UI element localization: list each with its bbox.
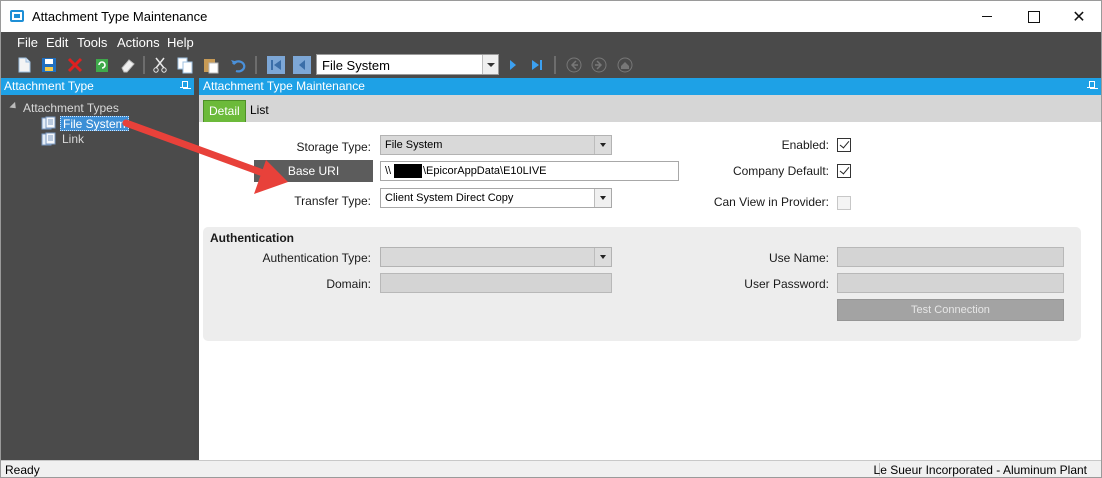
use-name-label: Use Name: bbox=[768, 251, 829, 265]
toolbar-separator bbox=[255, 56, 257, 74]
auth-type-label: Authentication Type: bbox=[262, 251, 371, 265]
attachment-type-icon bbox=[41, 132, 56, 146]
transfer-type-label: Transfer Type: bbox=[294, 194, 371, 208]
base-uri-button[interactable]: Base URI bbox=[254, 160, 373, 182]
maximize-button[interactable] bbox=[1010, 1, 1056, 32]
company-plant-label: Le Sueur Incorporated - Aluminum Plant bbox=[873, 463, 1087, 477]
user-password-label: User Password: bbox=[744, 277, 829, 291]
tree-root[interactable]: Attachment Types bbox=[23, 101, 119, 115]
base-uri-input[interactable]: \\ \EpicorAppData\E10LIVE bbox=[380, 161, 679, 181]
authentication-group: Authentication Authentication Type: Doma… bbox=[203, 227, 1081, 341]
first-record-icon[interactable] bbox=[266, 55, 286, 75]
window-title: Attachment Type Maintenance bbox=[32, 9, 208, 24]
toolbar: File System bbox=[1, 52, 1101, 78]
tree-item-label: File System bbox=[60, 116, 129, 131]
authentication-title: Authentication bbox=[210, 231, 294, 245]
tree-expand-icon[interactable] bbox=[9, 101, 19, 112]
delete-icon[interactable] bbox=[65, 55, 85, 75]
base-uri-prefix: \\ bbox=[385, 165, 392, 177]
title-bar: Attachment Type Maintenance ✕ bbox=[1, 1, 1101, 32]
pin-icon[interactable] bbox=[1087, 81, 1095, 91]
record-navigator-value: File System bbox=[322, 58, 390, 73]
storage-type-value: File System bbox=[385, 139, 443, 151]
storage-type-label: Storage Type: bbox=[296, 140, 372, 154]
test-connection-button[interactable]: Test Connection bbox=[837, 299, 1064, 321]
tab-strip: Detail List bbox=[199, 95, 1101, 122]
toolbar-separator bbox=[554, 56, 556, 74]
menu-help[interactable]: Help bbox=[167, 35, 194, 50]
cut-icon[interactable] bbox=[150, 55, 170, 75]
chevron-down-icon[interactable] bbox=[594, 136, 611, 154]
enabled-label: Enabled: bbox=[781, 138, 829, 152]
enabled-checkbox[interactable] bbox=[837, 138, 851, 152]
detail-form: Storage Type: File System Base URI \\ \E… bbox=[199, 122, 1101, 460]
detail-pane-header: Attachment Type Maintenance bbox=[199, 78, 1101, 95]
chevron-down-icon[interactable] bbox=[482, 55, 498, 74]
use-name-input[interactable] bbox=[837, 247, 1064, 267]
refresh-icon[interactable] bbox=[92, 55, 112, 75]
base-uri-value: \EpicorAppData\E10LIVE bbox=[423, 165, 547, 177]
pin-icon[interactable] bbox=[180, 81, 188, 91]
company-default-checkbox[interactable] bbox=[837, 164, 851, 178]
tab-detail[interactable]: Detail bbox=[203, 100, 246, 122]
last-record-icon[interactable] bbox=[527, 55, 547, 75]
copy-icon[interactable] bbox=[175, 55, 195, 75]
menu-bar: File Edit Tools Actions Help bbox=[1, 32, 1101, 52]
minimize-button[interactable] bbox=[964, 1, 1010, 32]
attachment-type-icon bbox=[41, 116, 56, 130]
app-window: Attachment Type Maintenance ✕ File Edit … bbox=[0, 0, 1102, 478]
menu-tools[interactable]: Tools bbox=[77, 35, 107, 50]
domain-input[interactable] bbox=[380, 273, 612, 293]
detail-pane-title: Attachment Type Maintenance bbox=[203, 79, 365, 93]
user-password-input[interactable] bbox=[837, 273, 1064, 293]
next-record-icon[interactable] bbox=[503, 55, 523, 75]
tree-item-label: Link bbox=[62, 132, 85, 146]
back-icon[interactable] bbox=[564, 55, 584, 75]
tab-list[interactable]: List bbox=[245, 100, 274, 122]
clear-icon[interactable] bbox=[118, 55, 138, 75]
save-icon[interactable] bbox=[39, 55, 59, 75]
detail-pane: Attachment Type Maintenance Detail List … bbox=[199, 78, 1101, 460]
auth-type-select[interactable] bbox=[380, 247, 612, 267]
toolbar-separator bbox=[143, 56, 145, 74]
domain-label: Domain: bbox=[326, 277, 371, 291]
menu-edit[interactable]: Edit bbox=[46, 35, 68, 50]
menu-file[interactable]: File bbox=[17, 35, 38, 50]
app-icon bbox=[10, 10, 24, 22]
chevron-down-icon[interactable] bbox=[594, 189, 611, 207]
company-default-label: Company Default: bbox=[732, 164, 829, 178]
tree-pane: Attachment Type Attachment Types File Sy… bbox=[1, 78, 194, 460]
chevron-down-icon[interactable] bbox=[594, 248, 611, 266]
close-button[interactable]: ✕ bbox=[1056, 1, 1101, 32]
redacted-block bbox=[394, 164, 422, 178]
status-bar: Ready Le Sueur Incorporated - Aluminum P… bbox=[1, 460, 1101, 477]
previous-record-icon[interactable] bbox=[292, 55, 312, 75]
can-view-in-provider-checkbox[interactable] bbox=[837, 196, 851, 210]
forward-icon[interactable] bbox=[589, 55, 609, 75]
record-navigator[interactable]: File System bbox=[316, 54, 499, 75]
undo-icon[interactable] bbox=[228, 55, 248, 75]
transfer-type-select[interactable]: Client System Direct Copy bbox=[380, 188, 612, 208]
status-text: Ready bbox=[5, 463, 40, 477]
tree-pane-header: Attachment Type bbox=[1, 78, 194, 95]
home-icon[interactable] bbox=[615, 55, 635, 75]
new-icon[interactable] bbox=[14, 55, 34, 75]
transfer-type-value: Client System Direct Copy bbox=[385, 192, 514, 204]
storage-type-select[interactable]: File System bbox=[380, 135, 612, 155]
paste-icon[interactable] bbox=[201, 55, 221, 75]
can-view-in-provider-label: Can View in Provider: bbox=[713, 195, 829, 209]
tree-pane-title: Attachment Type bbox=[4, 79, 94, 93]
menu-actions[interactable]: Actions bbox=[117, 35, 160, 50]
